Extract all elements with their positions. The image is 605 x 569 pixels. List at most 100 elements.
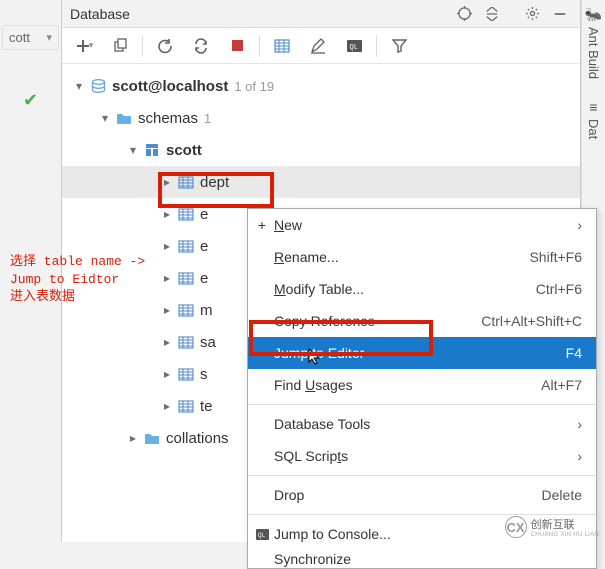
folder-icon <box>114 112 134 125</box>
chevron-right-icon: ▸ <box>126 431 140 445</box>
watermark: CX 创新互联 CHUANG XIN HU LIAN <box>505 516 599 538</box>
filter-icon[interactable] <box>385 32 413 60</box>
collapse-icon[interactable] <box>480 2 504 26</box>
rail-database[interactable]: ≡ Dat <box>586 99 601 139</box>
menu-label: Copy Reference <box>274 313 481 329</box>
rail-label: Dat <box>586 119 601 139</box>
schema-label: scott <box>166 142 208 159</box>
refresh-icon[interactable] <box>151 32 179 60</box>
add-icon[interactable]: ▾ <box>70 32 98 60</box>
chevron-right-icon: ▸ <box>160 239 174 253</box>
header-separator <box>508 2 516 26</box>
chevron-right-icon: ▸ <box>160 335 174 349</box>
sync-tool-icon[interactable] <box>187 32 215 60</box>
chevron-down-icon: ▾ <box>98 111 112 125</box>
menu-drop[interactable]: Drop Delete <box>248 479 596 511</box>
console-icon[interactable]: QL <box>340 32 368 60</box>
checkmark-icon: ✔ <box>0 90 61 111</box>
menu-label: Synchronize <box>274 551 582 567</box>
schema-dropdown[interactable]: cott ▾ <box>2 25 59 50</box>
annotation-line: 选择 table name -> <box>10 253 145 271</box>
menu-find-usages[interactable]: Find Usages Alt+F7 <box>248 369 596 401</box>
menu-label: Find <box>274 377 305 393</box>
rail-label: Ant Build <box>586 27 601 79</box>
menu-label: Drop <box>274 487 542 503</box>
database-icon <box>88 78 108 95</box>
schemas-count: 1 <box>204 111 211 126</box>
svg-text:QL: QL <box>258 532 266 539</box>
menu-synchronize[interactable]: Synchronize <box>248 550 596 568</box>
watermark-brand: 创新互联 <box>531 516 599 532</box>
menu-sql-scripts[interactable]: SQL Scripts › <box>248 440 596 472</box>
table-icon <box>176 272 196 285</box>
chevron-right-icon: ▸ <box>160 271 174 285</box>
menu-shortcut: Delete <box>542 487 582 503</box>
menu-shortcut: F4 <box>566 345 582 361</box>
menu-shortcut: Alt+F7 <box>541 377 582 393</box>
toolbar-separator <box>142 35 143 57</box>
tree-table-dept[interactable]: ▸ dept <box>62 166 580 198</box>
table-label: te <box>200 398 219 415</box>
menu-label: odify Table... <box>286 281 364 297</box>
settings-icon[interactable] <box>520 2 544 26</box>
chevron-right-icon: ▸ <box>160 175 174 189</box>
menu-rename[interactable]: Rename... Shift+F6 <box>248 241 596 273</box>
connection-label: scott@localhost <box>112 78 234 95</box>
annotation-text: 选择 table name -> Jump to Eidtor 进入表数据 <box>10 253 145 306</box>
rail-ant-build[interactable]: 🐜 Ant Build <box>585 6 602 79</box>
menu-shortcut: Ctrl+F6 <box>536 281 582 297</box>
plus-icon: + <box>254 217 270 233</box>
table-icon <box>176 400 196 413</box>
cursor-icon <box>308 348 322 369</box>
tree-schemas[interactable]: ▾ schemas 1 <box>62 102 580 134</box>
svg-text:QL: QL <box>349 44 357 52</box>
table-label: sa <box>200 334 222 351</box>
collations-label: collations <box>166 430 235 447</box>
menu-label: Database Tools <box>274 416 577 432</box>
table-label: e <box>200 206 214 223</box>
tree-schema-scott[interactable]: ▾ scott <box>62 134 580 166</box>
panel-header: Database <box>62 0 580 28</box>
table-label: e <box>200 270 214 287</box>
menu-database-tools[interactable]: Database Tools › <box>248 408 596 440</box>
ant-icon: 🐜 <box>585 6 602 23</box>
folder-icon <box>142 432 162 445</box>
chevron-down-icon: ▾ <box>72 79 86 93</box>
table-icon <box>176 368 196 381</box>
menu-separator <box>248 404 596 405</box>
table-label: s <box>200 366 214 383</box>
chevron-down-icon: ▾ <box>46 31 52 44</box>
toolbar: ▾ QL <box>62 28 580 64</box>
edit-icon[interactable] <box>304 32 332 60</box>
table-icon <box>176 240 196 253</box>
menu-copy-reference[interactable]: Copy Reference Ctrl+Alt+Shift+C <box>248 305 596 337</box>
watermark-logo: CX <box>505 516 527 538</box>
menu-separator <box>248 514 596 515</box>
console-icon: QL <box>254 528 270 541</box>
tree-connection[interactable]: ▾ scott@localhost 1 of 19 <box>62 70 580 102</box>
annotation-line: 进入表数据 <box>10 288 145 306</box>
chevron-right-icon: ▸ <box>160 303 174 317</box>
submenu-arrow-icon: › <box>577 448 582 464</box>
menu-label: ew <box>284 217 302 233</box>
schema-icon <box>142 143 162 158</box>
menu-separator <box>248 475 596 476</box>
menu-jump-to-editor[interactable]: Jump to Editor F4 <box>248 337 596 369</box>
table-view-icon[interactable] <box>268 32 296 60</box>
menu-new[interactable]: + New › <box>248 209 596 241</box>
table-icon <box>176 176 196 189</box>
submenu-arrow-icon: › <box>577 217 582 233</box>
minimize-icon[interactable] <box>548 2 572 26</box>
table-label: m <box>200 302 219 319</box>
connection-count: 1 of 19 <box>234 79 274 94</box>
table-label: e <box>200 238 214 255</box>
menu-modify-table[interactable]: Modify Table... Ctrl+F6 <box>248 273 596 305</box>
menu-shortcut: Shift+F6 <box>529 249 582 265</box>
target-icon[interactable] <box>452 2 476 26</box>
table-icon <box>176 304 196 317</box>
context-menu: + New › Rename... Shift+F6 Modify Table.… <box>247 208 597 569</box>
schemas-label: schemas <box>138 110 204 127</box>
duplicate-icon[interactable] <box>106 32 134 60</box>
annotation-line: Jump to Eidtor <box>10 271 145 289</box>
stop-icon[interactable] <box>223 32 251 60</box>
